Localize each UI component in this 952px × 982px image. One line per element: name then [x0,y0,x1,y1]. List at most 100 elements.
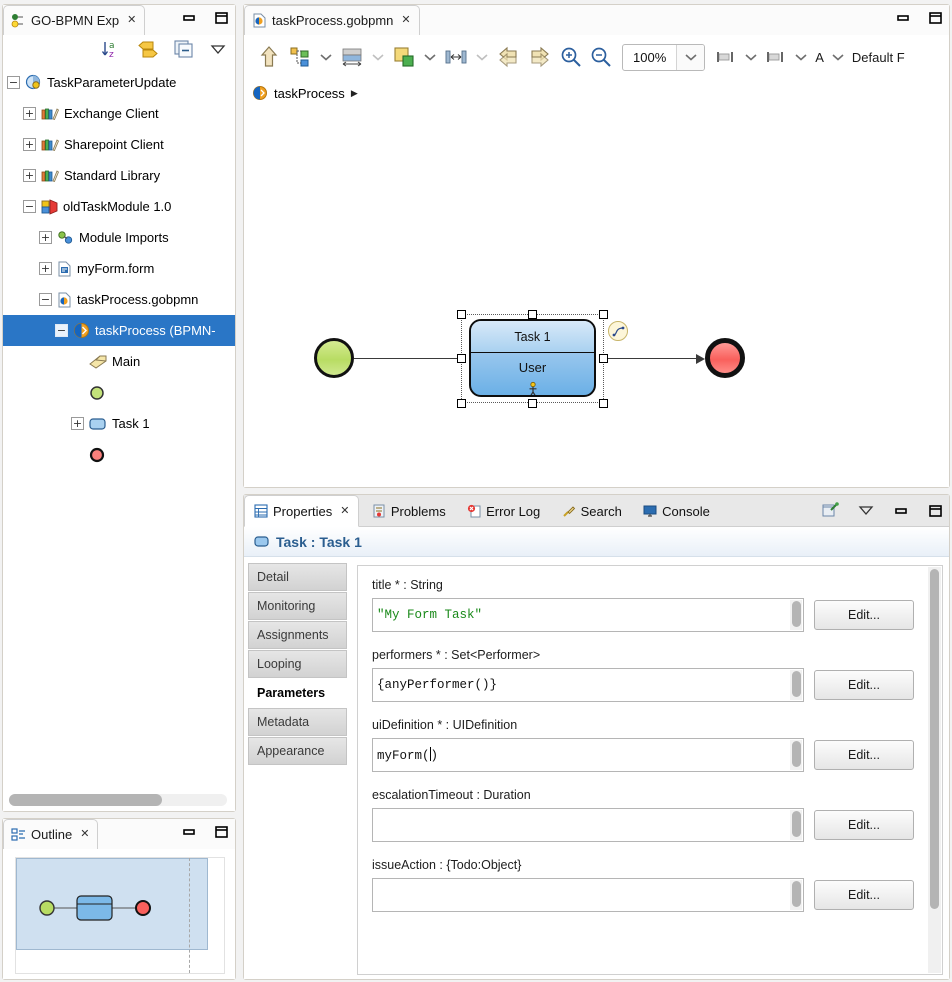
task-node[interactable]: Task 1 User [469,319,596,397]
collapse-icon[interactable]: − [23,200,36,213]
undo-arrow-icon[interactable] [492,40,524,74]
resize-handle-sw[interactable] [457,399,466,408]
zoom-level-combo[interactable]: 100% [622,43,706,71]
project-tree[interactable]: − TaskParameterUpdate + Exchange Client + Sha… [3,67,235,789]
sequence-flow-start-task[interactable] [354,358,463,359]
resize-handle-ne[interactable] [599,310,608,319]
redo-arrow-icon[interactable] [524,40,556,74]
zoom-out-icon[interactable] [586,40,616,74]
expand-icon[interactable]: + [39,231,52,244]
maximize-icon[interactable] [213,825,229,839]
properties-tab-looping[interactable]: Looping [248,650,347,678]
chevron-down-icon[interactable] [828,53,848,61]
tree-item[interactable]: + Task 1 [3,408,235,439]
chevron-down-icon[interactable] [791,53,811,61]
tab-taskprocess-gobpmn[interactable]: taskProcess.gobpmn ✕ [244,5,420,35]
maximize-icon[interactable] [927,504,943,518]
parent-up-icon[interactable] [254,40,284,74]
minimize-icon[interactable] [893,504,909,518]
chevron-down-icon[interactable] [316,53,336,61]
start-event[interactable] [314,338,354,378]
parameter-input[interactable]: {anyPerformer()} [372,668,804,702]
collapse-icon[interactable]: − [39,293,52,306]
parameter-input-scrollbar[interactable] [790,810,802,840]
parameter-input[interactable]: myForm() [372,738,804,772]
close-icon[interactable]: ✕ [340,505,349,517]
fill-color-icon[interactable] [388,40,420,74]
properties-side-tabs[interactable]: Detail Monitoring Assignments Looping Parame… [244,557,349,979]
chevron-down-icon[interactable] [472,53,492,61]
tree-item[interactable]: + myForm.form [3,253,235,284]
tree-item[interactable]: + Exchange Client [3,98,235,129]
tree-item[interactable]: + Module Imports [3,222,235,253]
sort-icon[interactable]: a z [101,38,123,60]
close-icon[interactable]: ✕ [401,15,410,26]
align-left-icon[interactable] [711,40,741,74]
link-with-editor-icon[interactable] [137,39,159,59]
tree-item[interactable]: − taskProcess (BPMN- [3,315,235,346]
outline-thumbnail[interactable] [15,857,225,974]
resize-handle-w[interactable] [457,354,466,363]
tab-search[interactable]: Search [553,495,631,527]
explorer-horizontal-scrollbar[interactable] [9,794,227,806]
expand-icon[interactable]: + [23,138,36,151]
parameter-input[interactable] [372,808,804,842]
tree-item[interactable]: − taskProcess.gobpmn [3,284,235,315]
parameter-input-scrollbar[interactable] [790,880,802,910]
edit-button[interactable]: Edit... [814,880,914,910]
tree-item[interactable] [3,377,235,408]
resize-handle-e[interactable] [599,354,608,363]
tree-item[interactable]: − TaskParameterUpdate [3,67,235,98]
chevron-down-icon[interactable] [368,53,388,61]
view-menu-icon[interactable] [209,42,227,56]
edit-button[interactable]: Edit... [814,670,914,700]
diagram-canvas[interactable]: Task 1 User [244,107,949,487]
grid-icon[interactable] [336,40,368,74]
tab-error-log[interactable]: Error Log [458,495,549,527]
maximize-icon[interactable] [927,11,943,25]
parameter-input[interactable]: "My Form Task" [372,598,804,632]
expand-icon[interactable]: + [23,169,36,182]
align-tree-icon[interactable] [284,40,316,74]
chevron-down-icon[interactable] [420,53,440,61]
properties-tab-monitoring[interactable]: Monitoring [248,592,347,620]
expand-icon[interactable]: + [39,262,52,275]
tab-properties[interactable]: Properties ✕ [244,495,360,527]
close-icon[interactable]: ✕ [80,829,89,840]
align-middle-icon[interactable] [761,40,791,74]
pin-icon[interactable] [822,502,839,519]
breadcrumb-label[interactable]: taskProcess [274,86,345,101]
view-menu-icon[interactable] [857,504,875,517]
properties-tab-metadata[interactable]: Metadata [248,708,347,736]
font-family-label[interactable]: Default F [848,50,909,65]
breadcrumb-separator-icon[interactable]: ▶ [351,88,358,99]
expand-icon[interactable]: + [71,417,84,430]
tab-outline[interactable]: Outline ✕ [3,819,99,849]
minimize-icon[interactable] [181,11,197,25]
resize-handle-n[interactable] [528,310,537,319]
parameter-input[interactable] [372,878,804,912]
zoom-in-icon[interactable] [556,40,586,74]
properties-tab-assignments[interactable]: Assignments [248,621,347,649]
sequence-flow-task-end[interactable] [602,358,699,359]
tab-problems[interactable]: Problems [363,495,455,527]
distribute-icon[interactable] [440,40,472,74]
minimize-icon[interactable] [181,825,197,839]
chevron-down-icon[interactable] [676,44,705,70]
properties-tab-parameters[interactable]: Parameters [248,679,347,707]
parameter-input-scrollbar[interactable] [790,600,802,630]
expand-icon[interactable]: + [23,107,36,120]
resize-handle-se[interactable] [599,399,608,408]
collapse-icon[interactable]: − [55,324,68,337]
tree-item[interactable]: + Sharepoint Client [3,129,235,160]
maximize-icon[interactable] [213,11,229,25]
parameter-input-scrollbar[interactable] [790,740,802,770]
collapse-all-icon[interactable] [173,39,195,59]
chevron-down-icon[interactable] [741,53,761,61]
close-icon[interactable]: ✕ [127,15,136,26]
edit-button[interactable]: Edit... [814,740,914,770]
tab-console[interactable]: Console [634,495,719,527]
resize-handle-s[interactable] [528,399,537,408]
end-event[interactable] [705,338,745,378]
tree-item[interactable]: − oldTaskModule 1.0 [3,191,235,222]
